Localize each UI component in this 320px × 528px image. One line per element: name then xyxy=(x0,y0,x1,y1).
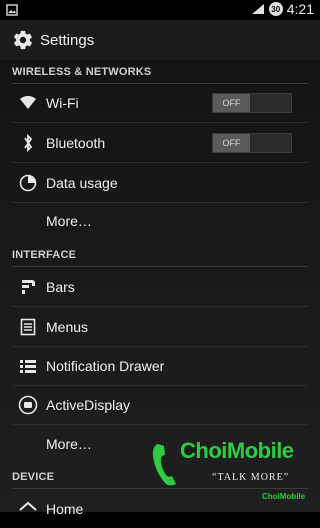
wifi-icon xyxy=(18,93,38,113)
settings-item-label: Data usage xyxy=(46,175,118,191)
settings-item-label: Home xyxy=(46,501,84,517)
settings-item-label: ActiveDisplay xyxy=(46,397,131,413)
action-bar: Settings xyxy=(0,20,320,60)
bluetooth-icon xyxy=(18,133,38,153)
settings-gear-icon[interactable] xyxy=(12,29,34,51)
settings-item-wifi[interactable]: Wi-Fi OFF xyxy=(12,84,308,123)
settings-item-bluetooth[interactable]: Bluetooth OFF xyxy=(12,124,308,163)
page-title: Settings xyxy=(40,31,95,49)
settings-item-label: More… xyxy=(46,436,92,452)
settings-item-label: Bars xyxy=(46,279,75,295)
data-usage-icon xyxy=(18,173,38,193)
settings-item-bars[interactable]: Bars xyxy=(12,268,308,307)
settings-item-data-usage[interactable]: Data usage xyxy=(12,164,308,203)
bluetooth-toggle[interactable]: OFF xyxy=(212,133,292,153)
notification-count-badge: 30 xyxy=(268,2,283,16)
watermark-tagline: “TALK MORE” xyxy=(212,472,290,483)
clock: 4:21 xyxy=(286,1,314,17)
settings-item-label: Bluetooth xyxy=(46,135,106,151)
settings-item-label: More… xyxy=(46,213,92,229)
watermark-logo-small: ChoiMobile xyxy=(262,492,306,501)
wifi-signal-icon xyxy=(251,4,264,14)
settings-item-menus[interactable]: Menus xyxy=(12,308,308,347)
settings-item-label: Wi-Fi xyxy=(46,95,79,111)
settings-item-label: Menus xyxy=(46,319,89,335)
section-header-wireless: WIRELESS & NETWORKS xyxy=(12,66,308,84)
phone-logo-icon xyxy=(152,444,176,486)
watermark-logo-text: ChoiMobile xyxy=(180,438,294,463)
settings-item-more-wireless[interactable]: More… xyxy=(12,202,308,240)
notification-drawer-icon xyxy=(18,356,38,376)
bars-icon xyxy=(18,277,38,297)
bluetooth-toggle-state: OFF xyxy=(213,134,250,152)
menus-icon xyxy=(18,317,38,337)
wifi-toggle-state: OFF xyxy=(213,94,250,112)
home-icon xyxy=(18,499,38,519)
image-notification-icon xyxy=(6,3,18,21)
settings-item-notification-drawer[interactable]: Notification Drawer xyxy=(12,347,308,386)
settings-item-activedisplay[interactable]: ActiveDisplay xyxy=(12,386,308,425)
settings-item-label: Notification Drawer xyxy=(46,358,165,374)
activedisplay-icon xyxy=(18,395,38,415)
status-bar: 30 4:21 xyxy=(0,0,320,20)
section-header-interface: INTERFACE xyxy=(12,249,308,267)
wifi-toggle[interactable]: OFF xyxy=(212,93,292,113)
watermark: ChoiMobile “TALK MORE” ChoiMobile xyxy=(150,428,320,512)
